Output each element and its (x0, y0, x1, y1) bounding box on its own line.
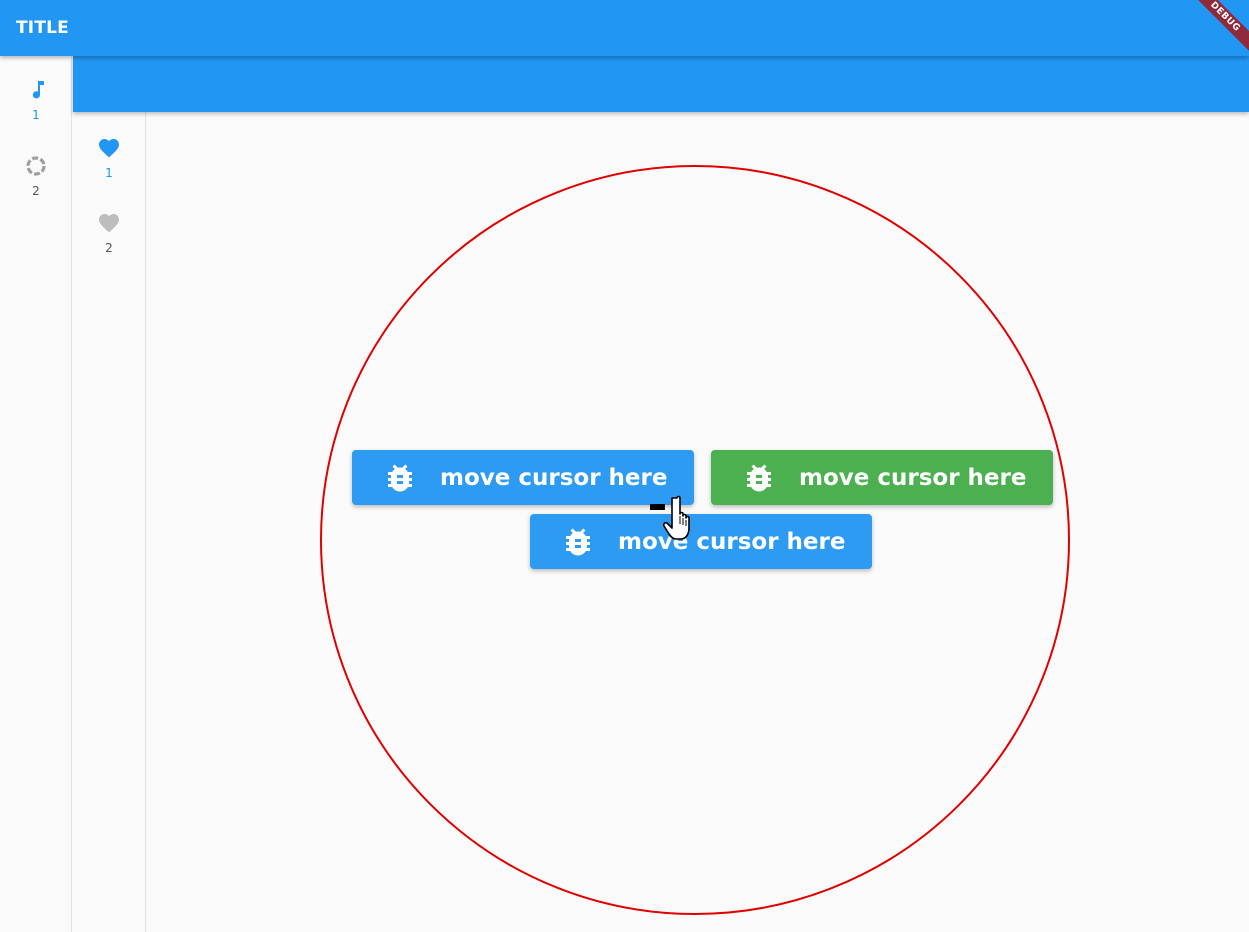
music-note-icon (32, 81, 44, 99)
debug-banner: DEBUG (1184, 0, 1249, 58)
bug-icon (388, 464, 412, 491)
move-cursor-button-1[interactable]: move cursor here (352, 450, 694, 505)
inner-rail-item-1[interactable]: 1 (73, 136, 145, 180)
inner-rail-label-1: 1 (105, 166, 113, 180)
bug-icon (747, 464, 771, 491)
outer-rail-item-2[interactable]: 2 (0, 154, 72, 198)
outer-rail-item-1[interactable]: 1 (0, 78, 72, 122)
move-cursor-button-2[interactable]: move cursor here (711, 450, 1053, 505)
hand-cursor-icon (650, 495, 690, 540)
outer-rail-label-1: 1 (32, 108, 40, 122)
outer-navigation-rail: 1 2 (0, 56, 72, 932)
app-title: TITLE (16, 18, 69, 38)
loading-ring-icon (26, 156, 46, 176)
move-cursor-button-2-label: move cursor here (799, 464, 1027, 491)
outer-rail-label-2: 2 (32, 184, 40, 198)
secondary-app-bar (73, 56, 1249, 112)
inner-rail-label-2: 2 (105, 241, 113, 255)
inner-rail-item-2[interactable]: 2 (73, 211, 145, 255)
inner-navigation-rail: 1 2 (73, 112, 146, 932)
heart-icon (99, 139, 119, 158)
move-cursor-button-1-label: move cursor here (440, 464, 668, 491)
app-bar: TITLE DEBUG (0, 0, 1249, 58)
bug-icon (566, 528, 590, 555)
heart-icon (99, 214, 119, 233)
